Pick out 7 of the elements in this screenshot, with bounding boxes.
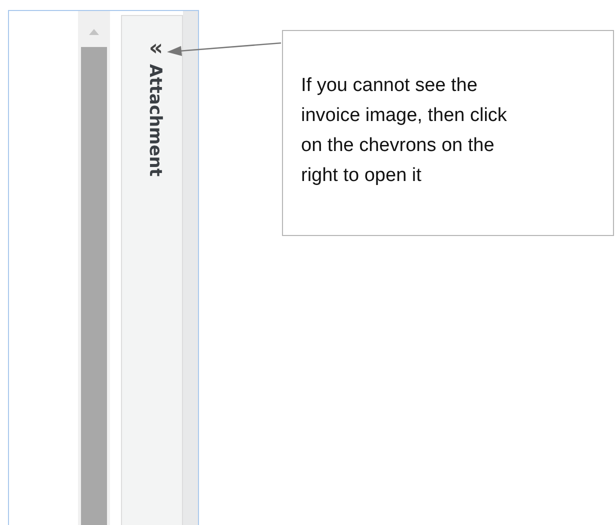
scrollbar[interactable]: [78, 11, 110, 525]
attachment-label: Attachment: [145, 64, 165, 177]
callout-text: If you cannot see the invoice image, then click on the chevrons on the right to open it: [301, 74, 508, 188]
attachment-tab[interactable]: « Attachment: [121, 15, 183, 525]
scrollbar-thumb[interactable]: [81, 47, 107, 525]
expand-toggle[interactable]: «: [148, 38, 164, 60]
scroll-up-icon[interactable]: [88, 28, 100, 36]
